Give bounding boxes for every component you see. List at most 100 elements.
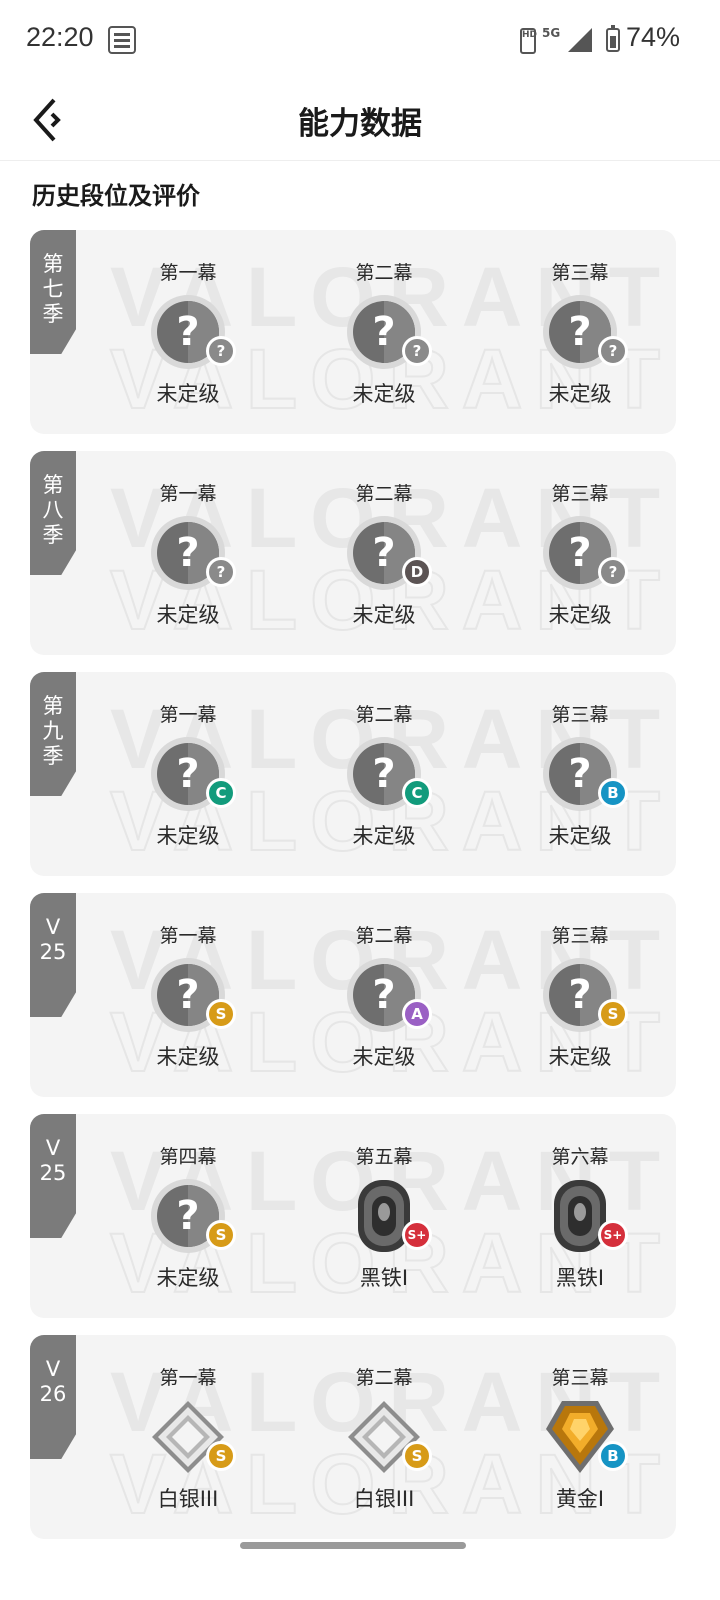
act-name: 第三幕	[551, 1367, 609, 1389]
grade-badge: C	[402, 778, 432, 808]
network-type: 5G	[542, 26, 561, 40]
act-name: 第二幕	[355, 925, 413, 947]
grade-badge: ?	[206, 336, 236, 366]
svg-text:?: ?	[176, 751, 199, 797]
act-name: 第二幕	[355, 704, 413, 726]
act-cell[interactable]: 第六幕 S+ 黑铁I	[510, 1114, 650, 1318]
act-name: 第四幕	[159, 1146, 217, 1168]
grade-badge: ?	[206, 557, 236, 587]
season-label: 第 七 季	[42, 252, 64, 326]
rank-name: 黑铁I	[555, 1266, 605, 1290]
act-cell[interactable]: 第二幕? C 未定级	[314, 672, 454, 876]
rank-name: 未定级	[156, 603, 220, 627]
battery-icon	[606, 25, 620, 52]
act-cell[interactable]: 第三幕?? 未定级	[510, 230, 650, 434]
grade-badge: S	[206, 1441, 236, 1471]
act-name: 第三幕	[551, 483, 609, 505]
season-card: VALORANT VALORANT V 25 第一幕? S 未定级 第二幕? A 未定级 第三幕?…	[30, 893, 676, 1097]
season-tab: V 26	[30, 1335, 76, 1459]
rank-name: 未定级	[352, 603, 416, 627]
act-name: 第一幕	[159, 483, 217, 505]
season-label: V 25	[39, 915, 67, 964]
grade-badge: S	[598, 999, 628, 1029]
rank-name: 黄金I	[555, 1487, 605, 1511]
act-name: 第二幕	[355, 262, 413, 284]
season-label: 第 九 季	[42, 694, 64, 768]
act-cell[interactable]: 第一幕? C 未定级	[118, 672, 258, 876]
svg-text:?: ?	[568, 530, 591, 576]
page-title: 能力数据	[298, 106, 422, 142]
grade-badge: S	[206, 1220, 236, 1250]
svg-text:?: ?	[568, 972, 591, 1018]
act-cell[interactable]: 第二幕?? 未定级	[314, 230, 454, 434]
grade-badge: A	[402, 999, 432, 1029]
season-card: VALORANT VALORANT 第 七 季第一幕?? 未定级 第二幕?? 未定级 第三幕…	[30, 230, 676, 434]
rank-name: 未定级	[548, 603, 612, 627]
act-cell[interactable]: 第三幕? B 未定级	[510, 672, 650, 876]
grade-badge: D	[402, 557, 432, 587]
svg-text:?: ?	[372, 972, 395, 1018]
act-cell[interactable]: 第五幕 S+ 黑铁I	[314, 1114, 454, 1318]
rank-name: 白银III	[157, 1487, 219, 1511]
rank-name: 白银III	[353, 1487, 415, 1511]
rank-name: 未定级	[352, 1045, 416, 1069]
season-card: VALORANTVALORANTV 26第一幕S白银III第二幕S白银III第三…	[30, 1335, 676, 1539]
notification-icon	[108, 26, 136, 54]
season-label: V 26	[39, 1357, 67, 1406]
svg-text:?: ?	[176, 309, 199, 355]
act-cell[interactable]: 第一幕? S 未定级	[118, 893, 258, 1097]
act-cell[interactable]: 第一幕?? 未定级	[118, 451, 258, 655]
app-header: 能力数据	[0, 80, 720, 161]
act-cell[interactable]: 第三幕? S 未定级	[510, 893, 650, 1097]
act-cell[interactable]: 第一幕?? 未定级	[118, 230, 258, 434]
svg-text:?: ?	[568, 309, 591, 355]
grade-badge: S+	[402, 1220, 432, 1250]
rank-name: 黑铁I	[359, 1266, 409, 1290]
act-name: 第三幕	[551, 262, 609, 284]
home-indicator[interactable]	[240, 1542, 466, 1549]
rank-name: 未定级	[156, 382, 220, 406]
rank-name: 未定级	[156, 1045, 220, 1069]
act-cell[interactable]: 第三幕?? 未定级	[510, 451, 650, 655]
season-tab: 第 七 季	[30, 230, 76, 354]
act-cell[interactable]: 第二幕 S 白银III	[314, 1335, 454, 1539]
act-name: 第一幕	[159, 704, 217, 726]
act-cell[interactable]: 第二幕? D 未定级	[314, 451, 454, 655]
act-name: 第三幕	[551, 925, 609, 947]
act-name: 第二幕	[355, 483, 413, 505]
act-cell[interactable]: 第二幕? A 未定级	[314, 893, 454, 1097]
act-name: 第六幕	[551, 1146, 609, 1168]
grade-badge: ?	[598, 557, 628, 587]
act-name: 第一幕	[159, 1367, 217, 1389]
season-card: VALORANT VALORANT 第 九 季第一幕? C 未定级 第二幕? C 未定级 第三幕…	[30, 672, 676, 876]
signal-icon	[568, 28, 592, 52]
season-label: V 25	[39, 1136, 67, 1185]
grade-badge: S+	[598, 1220, 628, 1250]
rank-name: 未定级	[548, 824, 612, 848]
grade-badge: B	[598, 778, 628, 808]
season-tab: 第 八 季	[30, 451, 76, 575]
act-cell[interactable]: 第三幕 B 黄金I	[510, 1335, 650, 1539]
act-name: 第一幕	[159, 262, 217, 284]
rank-name: 未定级	[352, 382, 416, 406]
act-cell[interactable]: 第一幕 S 白银III	[118, 1335, 258, 1539]
grade-badge: S	[402, 1441, 432, 1471]
svg-text:?: ?	[372, 751, 395, 797]
season-card: VALORANT VALORANT V 25 第四幕? S 未定级 第五幕 S+ 黑铁I 第六幕 S…	[30, 1114, 676, 1318]
status-time: 22:20	[26, 22, 94, 52]
season-tab: V 25	[30, 1114, 76, 1238]
grade-badge: ?	[402, 336, 432, 366]
battery-percent: 74%	[626, 22, 681, 52]
rank-name: 未定级	[548, 382, 612, 406]
svg-text:?: ?	[176, 972, 199, 1018]
rank-name: 未定级	[352, 824, 416, 848]
act-cell[interactable]: 第四幕? S 未定级	[118, 1114, 258, 1318]
act-name: 第三幕	[551, 704, 609, 726]
svg-text:?: ?	[568, 751, 591, 797]
section-title: 历史段位及评价	[32, 182, 200, 210]
rank-name: 未定级	[156, 824, 220, 848]
season-tab: 第 九 季	[30, 672, 76, 796]
grade-badge: S	[206, 999, 236, 1029]
season-label: 第 八 季	[42, 473, 64, 547]
grade-badge: C	[206, 778, 236, 808]
